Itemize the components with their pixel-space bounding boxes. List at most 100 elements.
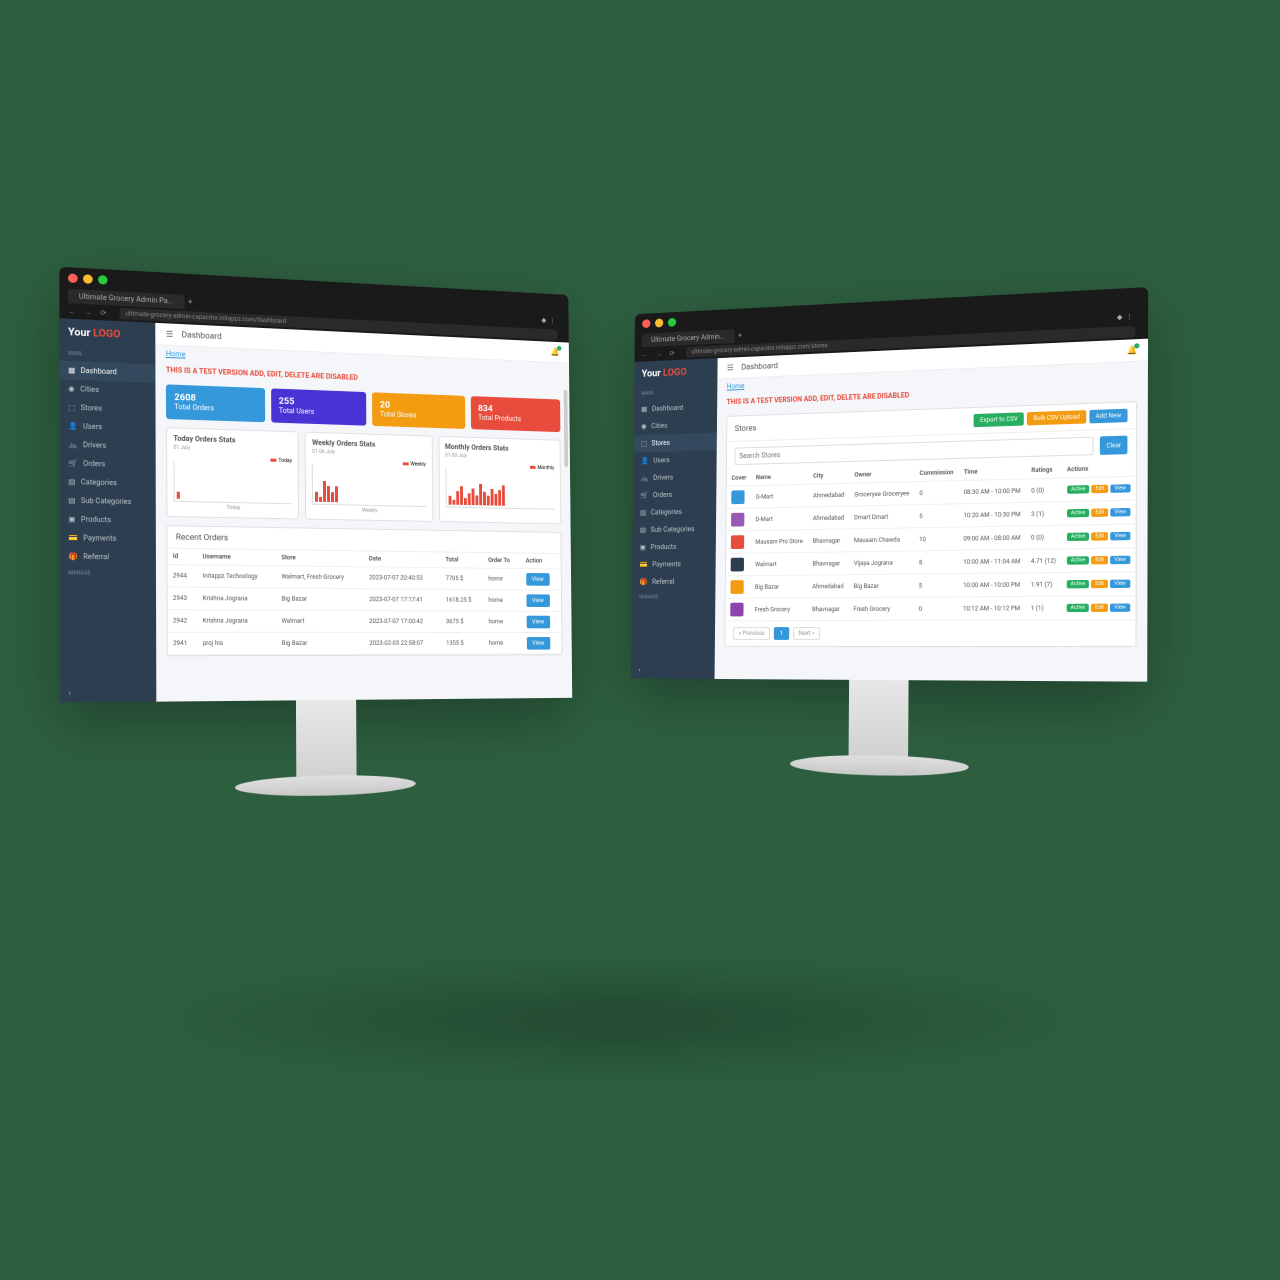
minimize-icon[interactable] [83,274,93,284]
view-button[interactable]: View [1110,556,1130,565]
sidebar-collapse[interactable]: ‹ [631,661,715,679]
back-icon[interactable]: ← [638,350,652,358]
menu-icon[interactable]: ⋮ [1126,313,1133,322]
page-number[interactable]: 1 [774,627,789,640]
edit-button[interactable]: Edit [1091,580,1108,588]
edit-button[interactable]: Edit [1091,556,1108,564]
maximize-icon[interactable] [98,275,108,285]
close-icon[interactable] [68,273,78,283]
sidebar-item-payments[interactable]: 💳Payments [632,555,716,573]
col-id: Id [167,549,197,565]
city-icon: ◉ [68,385,75,394]
sidebar: Your LOGO MAIN ▦Dashboard ◉Cities ⬚Store… [631,358,718,679]
new-tab-icon[interactable]: + [188,298,192,306]
driver-icon: 🚲 [640,474,648,482]
view-button[interactable]: View [1110,580,1130,588]
forward-icon[interactable]: → [652,349,666,357]
extension-icon[interactable]: ◆ [541,316,546,324]
active-badge[interactable]: Active [1067,532,1090,541]
table-row: 2942Krishna JogranaWalmart2023-07-07 17:… [168,610,562,633]
sidebar-item-referral[interactable]: 🎁Referral [632,573,716,591]
store-cover-icon [731,558,744,572]
forward-icon[interactable]: → [80,307,96,316]
sidebar-item-subcategories[interactable]: ▤Sub Categories [60,491,156,512]
view-button[interactable]: View [526,573,550,586]
view-button[interactable]: View [1110,508,1130,517]
next-page-button[interactable]: Next » [793,627,821,640]
sidebar-collapse[interactable]: ‹ [60,683,156,702]
hamburger-icon[interactable]: ☰ [727,363,734,372]
sidebar-item-categories[interactable]: ▤Categories [633,503,717,522]
sidebar-item-products[interactable]: ▣Products [60,510,156,530]
add-new-button[interactable]: Add New [1089,409,1127,424]
reload-icon[interactable]: ⟳ [96,308,111,317]
edit-button[interactable]: Edit [1091,508,1108,517]
view-button[interactable]: View [526,637,550,650]
view-button[interactable]: View [526,594,550,607]
users-icon: 👤 [68,422,77,431]
sidebar-item-subcategories[interactable]: ▤Sub Categories [633,520,717,539]
panel-title: Stores [735,424,757,433]
clear-button[interactable]: Clear [1100,436,1127,455]
bulk-upload-button[interactable]: Bulk CSV Upload [1027,410,1086,425]
breadcrumb-home[interactable]: Home [727,382,745,390]
subcategory-icon: ▤ [640,526,646,534]
active-badge[interactable]: Active [1067,509,1090,518]
stat-total-orders: 2608Total Orders [166,384,265,422]
view-button[interactable]: View [1110,484,1130,493]
col-owner: Owner [849,466,914,483]
menu-icon[interactable]: ⋮ [549,317,556,325]
active-badge[interactable]: Active [1066,580,1089,588]
store-cover-icon [730,603,743,617]
notification-icon[interactable]: 🔔 [550,347,559,356]
sidebar: Your LOGO MAIN ▦Dashboard ◉Cities ⬚Store… [59,318,156,702]
edit-button[interactable]: Edit [1091,532,1108,541]
page-title: Dashboard [741,361,778,371]
view-button[interactable]: View [1110,532,1130,541]
monitor-right: Ultimate Grocery Admin... + ◆⋮ ← → ⟳ ult… [631,287,1148,682]
sidebar-item-categories[interactable]: ▤Categories [60,472,156,493]
scrollbar[interactable] [564,390,568,467]
edit-button[interactable]: Edit [1091,604,1108,612]
nav-section-label: MANAGE [60,566,156,581]
close-icon[interactable] [642,319,650,328]
notification-icon[interactable]: 🔔 [1127,345,1138,355]
recent-orders-table: Id Username Store Date Total Order To Ac… [167,549,561,656]
recent-orders-panel: Recent Orders Id Username Store Date Tot… [166,525,562,656]
active-badge[interactable]: Active [1067,485,1090,494]
view-button[interactable]: View [526,616,550,629]
product-icon: ▣ [640,544,646,552]
extension-icon[interactable]: ◆ [1117,313,1123,322]
store-cover-icon [731,513,744,527]
sidebar-item-products[interactable]: ▣Products [632,538,716,557]
reload-icon[interactable]: ⟳ [666,349,679,357]
table-row: Fresh GroceryBhavnagarFresh Grocery010:1… [725,596,1135,621]
search-input[interactable] [734,437,1093,466]
sidebar-item-drivers[interactable]: 🚲Drivers [633,468,716,488]
sidebar-item-payments[interactable]: 💳Payments [60,529,156,549]
sidebar-item-orders[interactable]: 🛒Orders [60,454,156,475]
back-icon[interactable]: ← [64,307,80,316]
edit-button[interactable]: Edit [1091,485,1108,494]
sidebar-item-orders[interactable]: 🛒Orders [633,485,716,504]
col-name: Name [751,469,808,486]
view-button[interactable]: View [1110,603,1130,611]
sidebar-item-referral[interactable]: 🎁Referral [60,547,156,567]
users-icon: 👤 [641,457,649,465]
export-csv-button[interactable]: Export to CSV [974,412,1024,427]
page-title: Dashboard [182,330,222,341]
stat-total-products: 834Total Products [470,396,560,432]
prev-page-button[interactable]: « Previous [733,627,771,640]
minimize-icon[interactable] [655,318,663,327]
active-badge[interactable]: Active [1066,604,1089,612]
active-badge[interactable]: Active [1067,556,1090,565]
maximize-icon[interactable] [668,318,676,327]
payment-icon: 💳 [68,534,77,542]
chart-monthly: Monthly Orders Stats 01-30 July Monthly [438,436,561,524]
new-tab-icon[interactable]: + [738,332,742,340]
breadcrumb-home[interactable]: Home [166,350,186,359]
col-action: Action [521,554,561,569]
col-orderto: Order To [483,553,521,569]
chart-today: Today Orders Stats 01 July Today Today [166,427,299,519]
hamburger-icon[interactable]: ☰ [166,329,174,338]
